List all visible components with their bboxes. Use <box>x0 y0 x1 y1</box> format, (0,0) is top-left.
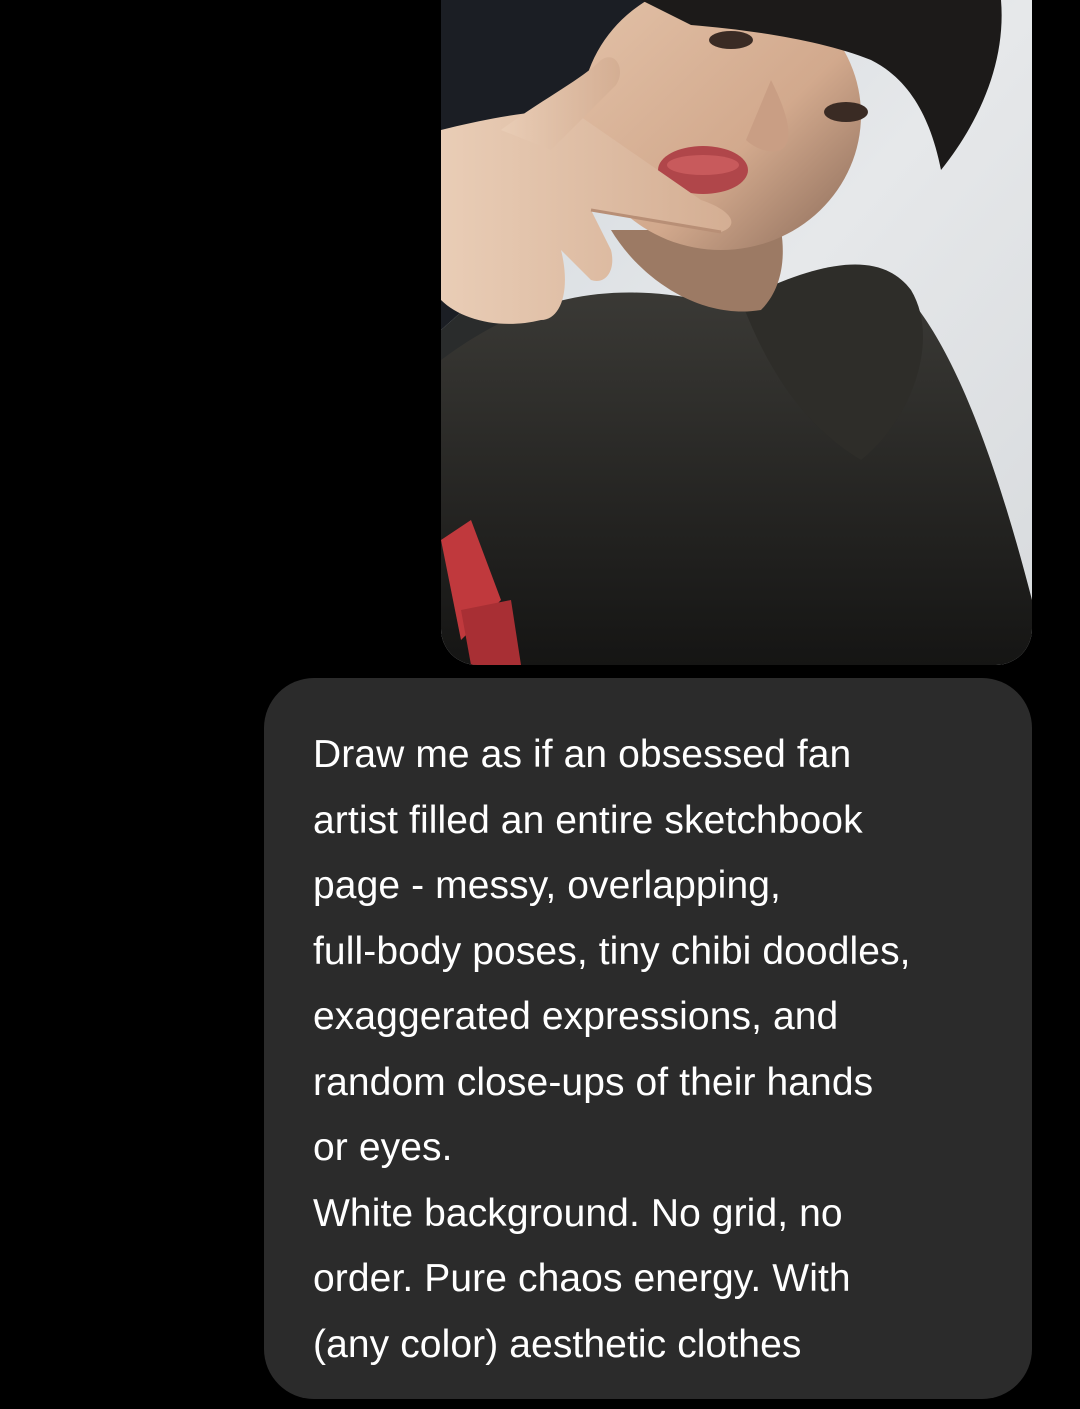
message-text-paragraph-1: Draw me as if an obsessed fan artist fil… <box>313 733 911 1169</box>
message-text-paragraph-2: White background. No grid, no order. Pur… <box>313 1191 851 1366</box>
chat-thread: Draw me as if an obsessed fan artist fil… <box>0 0 1080 1409</box>
message-bubble[interactable]: Draw me as if an obsessed fan artist fil… <box>264 678 1032 1399</box>
selfie-photo <box>441 0 1032 665</box>
sent-photo-message[interactable] <box>441 0 1032 665</box>
